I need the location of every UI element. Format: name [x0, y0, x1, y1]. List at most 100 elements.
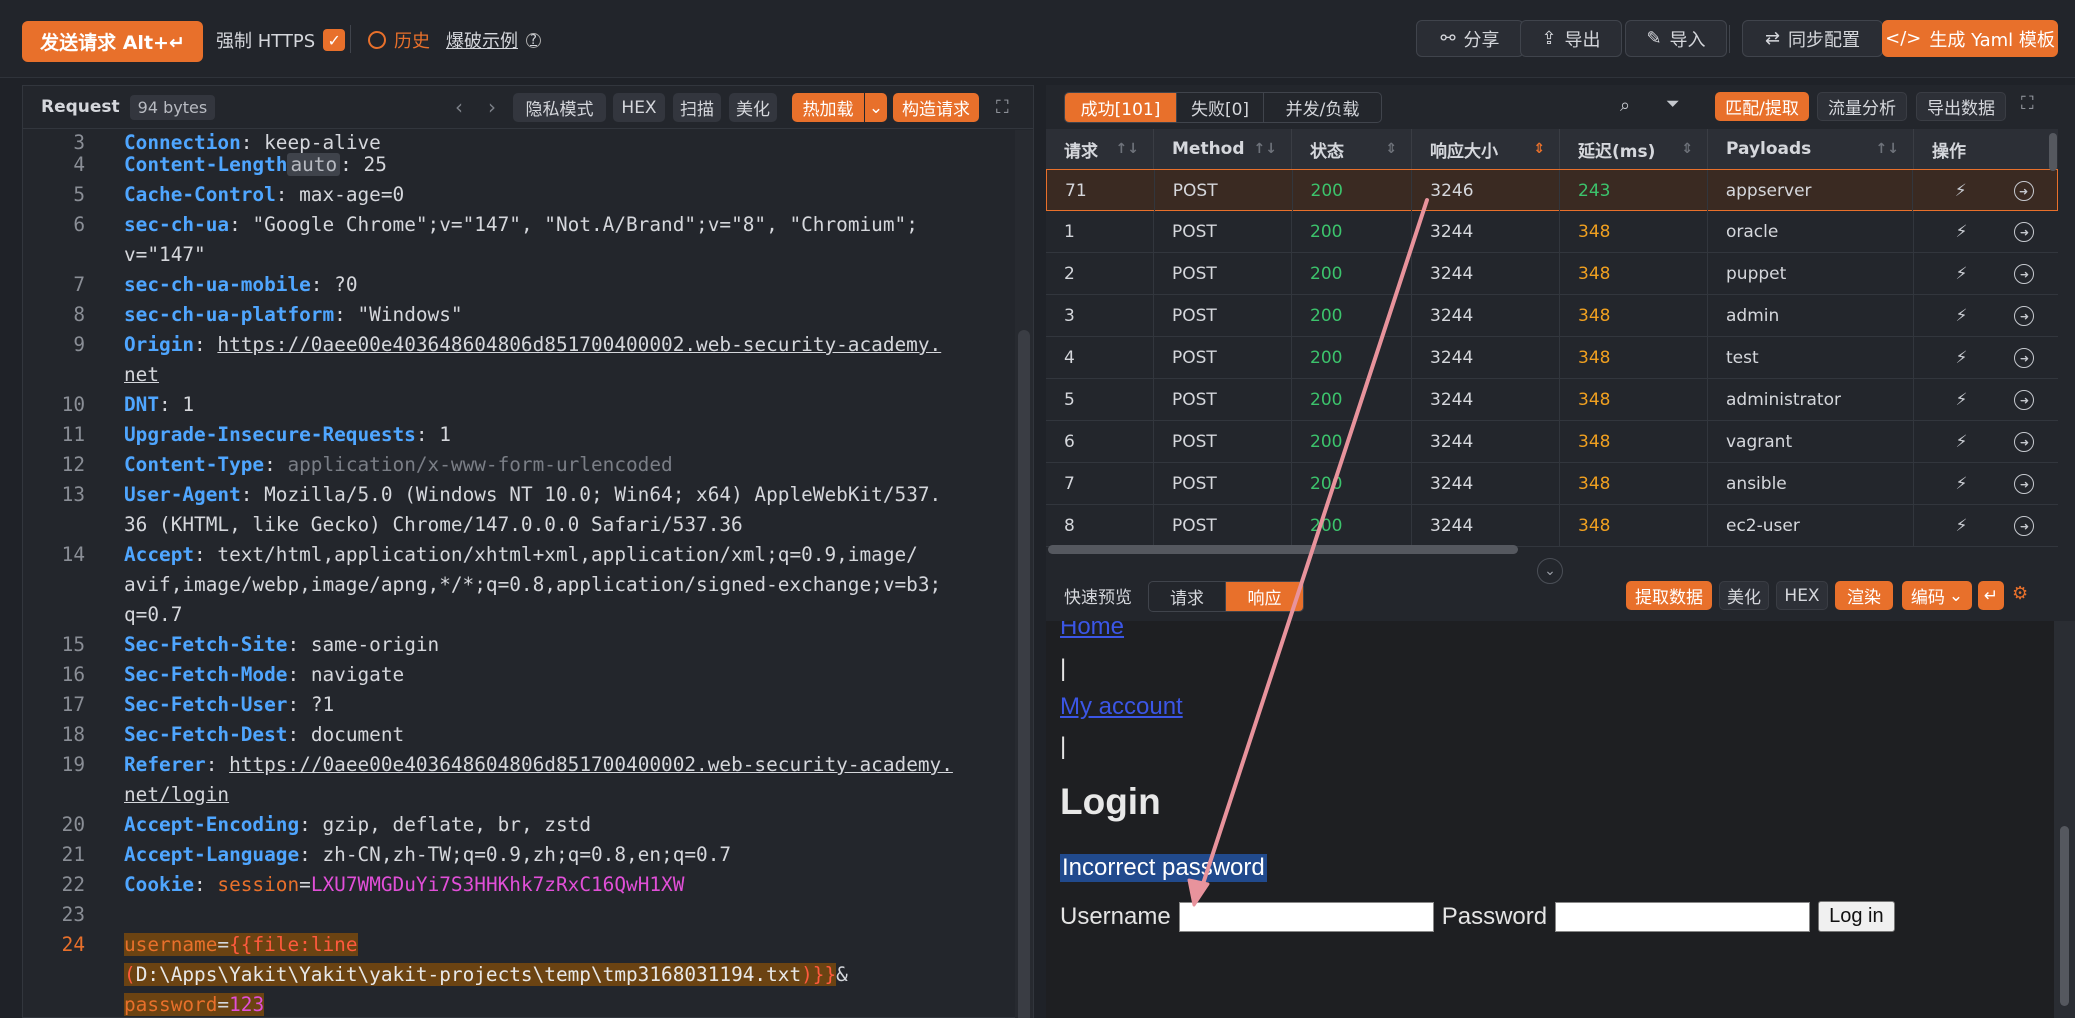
cell-status: 200 — [1292, 211, 1412, 253]
table-row[interactable]: 5 POST 200 3244 348 administrator ⚡ ➜ — [1046, 379, 2058, 421]
col-method[interactable]: Method ↑↓ — [1154, 129, 1292, 169]
password-input[interactable] — [1555, 901, 1811, 932]
beautify-button[interactable]: 美化 — [729, 93, 777, 122]
tab-response[interactable]: 响应 — [1226, 582, 1303, 611]
hot-reload-button[interactable]: 热加载 — [792, 93, 864, 122]
fullscreen-icon[interactable]: ⛶ — [2021, 93, 2034, 114]
encoding-dropdown[interactable]: 编码 ⌄ — [1902, 581, 1972, 610]
share-button[interactable]: ⚯ 分享 — [1416, 20, 1524, 57]
arrow-circle-icon[interactable]: ➜ — [2013, 181, 2034, 201]
sort-icon[interactable]: ↑↓ — [1116, 141, 1139, 157]
arrow-circle-icon[interactable]: ➜ — [2014, 222, 2035, 242]
fullscreen-icon[interactable]: ⛶ — [996, 97, 1009, 118]
table-row[interactable]: 71 POST 200 3246 243 appserver ⚡ ➜ — [1046, 169, 2058, 212]
bolt-icon[interactable]: ⚡ — [1956, 348, 1968, 368]
extract-data-button[interactable]: 提取数据 — [1626, 581, 1712, 610]
table-row[interactable]: 7 POST 200 3244 348 ansible ⚡ ➜ — [1046, 463, 2058, 505]
col-payloads[interactable]: Payloads ↑↓ — [1708, 129, 1914, 169]
arrow-circle-icon[interactable]: ➜ — [2014, 264, 2035, 284]
home-link[interactable]: Home — [1060, 621, 1124, 641]
hex-button[interactable]: HEX — [613, 93, 665, 122]
wrap-icon[interactable]: ↵ — [1978, 581, 2004, 610]
arrow-circle-icon[interactable]: ➜ — [2014, 390, 2035, 410]
arrow-circle-icon[interactable]: ➜ — [2014, 432, 2035, 452]
table-row[interactable]: 3 POST 200 3244 348 admin ⚡ ➜ — [1046, 295, 2058, 337]
bolt-icon[interactable]: ⚡ — [1956, 390, 1968, 410]
request-header: Request 94 bytes ‹ › 隐私模式 HEX 扫描 美化 热加载 … — [23, 86, 1033, 129]
generate-yaml-button[interactable]: </> 生成 Yaml 模板 — [1882, 20, 2058, 57]
cell-status: 200 — [1292, 295, 1412, 337]
filter-icon[interactable]: ⏷ — [1666, 94, 1680, 114]
table-hscrollbar[interactable] — [1048, 545, 1518, 554]
table-row[interactable]: 1 POST 200 3244 348 oracle ⚡ ➜ — [1046, 211, 2058, 253]
privacy-mode-button[interactable]: 隐私模式 — [513, 93, 606, 122]
chevron-left-icon[interactable]: ‹ — [455, 95, 463, 119]
sort-icon[interactable]: ⇕ — [1533, 141, 1545, 157]
history-button[interactable]: 历史 — [368, 27, 430, 53]
construct-request-button[interactable]: 构造请求 — [893, 93, 979, 122]
sort-icon[interactable]: ⇕ — [1385, 141, 1397, 157]
bolt-icon[interactable]: ⚡ — [1955, 181, 1967, 201]
hex-button[interactable]: HEX — [1776, 581, 1828, 610]
export-button[interactable]: ⇪ 导出 — [1520, 20, 1622, 57]
sync-config-button[interactable]: ⇄ 同步配置 — [1742, 20, 1883, 57]
beautify-button[interactable]: 美化 — [1719, 581, 1769, 610]
table-row[interactable]: 8 POST 200 3244 348 ec2-user ⚡ ➜ — [1046, 505, 2058, 547]
import-button[interactable]: ✎ 导入 — [1625, 20, 1727, 57]
bolt-icon[interactable]: ⚡ — [1956, 474, 1968, 494]
arrow-circle-icon[interactable]: ➜ — [2014, 348, 2035, 368]
my-account-link[interactable]: My account — [1060, 693, 1183, 721]
login-button[interactable]: Log in — [1818, 901, 1895, 932]
cell-delay: 348 — [1560, 211, 1708, 253]
brute-example-link[interactable]: 爆破示例 ? — [446, 27, 541, 53]
match-extract-button[interactable]: 匹配/提取 — [1715, 92, 1809, 121]
sort-icon[interactable]: ↑↓ — [1876, 141, 1899, 157]
sort-icon[interactable]: ↑↓ — [1254, 141, 1277, 157]
table-row[interactable]: 6 POST 200 3244 348 vagrant ⚡ ➜ — [1046, 421, 2058, 463]
col-delay[interactable]: 延迟(ms) ⇕ — [1560, 129, 1708, 169]
render-button[interactable]: 渲染 — [1835, 581, 1893, 610]
force-https-toggle[interactable]: 强制 HTTPS ✓ — [216, 27, 346, 53]
cell-actions: ⚡ ➜ — [1914, 421, 2058, 463]
cell-req: 7 — [1046, 463, 1154, 505]
chevron-right-icon[interactable]: › — [488, 95, 496, 119]
cell-payload: administrator — [1708, 379, 1914, 421]
preview-scrollbar[interactable] — [2054, 621, 2075, 1018]
settings-gear-icon[interactable]: ⚙ — [2012, 583, 2028, 604]
table-row[interactable]: 2 POST 200 3244 348 puppet ⚡ ➜ — [1046, 253, 2058, 295]
scrollbar-thumb[interactable] — [1018, 330, 1030, 1018]
tab-fail[interactable]: 失败[0] — [1177, 93, 1264, 122]
bolt-icon[interactable]: ⚡ — [1956, 306, 1968, 326]
col-size[interactable]: 响应大小 ⇕ — [1412, 129, 1560, 169]
bolt-icon[interactable]: ⚡ — [1956, 222, 1968, 242]
chevron-down-icon[interactable]: ⌄ — [865, 93, 887, 122]
send-request-button[interactable]: 发送请求 Alt+↵ — [22, 21, 203, 62]
arrow-circle-icon[interactable]: ➜ — [2014, 306, 2035, 326]
cell-delay: 348 — [1560, 253, 1708, 295]
search-icon[interactable]: ⌕ — [1620, 95, 1630, 116]
request-editor[interactable]: 3 Connection: keep-alive 4 Content-Lengt… — [23, 130, 1013, 1018]
col-request[interactable]: 请求 ↑↓ — [1046, 129, 1154, 169]
scrollbar-thumb[interactable] — [2060, 826, 2069, 1006]
tab-concurrent[interactable]: 并发/负载 — [1264, 93, 1381, 122]
scan-button[interactable]: 扫描 — [673, 93, 721, 122]
cell-payload: oracle — [1708, 211, 1914, 253]
editor-scrollbar[interactable] — [1015, 130, 1033, 1018]
checkbox-checked-icon[interactable]: ✓ — [323, 29, 346, 51]
export-data-button[interactable]: 导出数据 — [1916, 92, 2006, 121]
table-header: 请求 ↑↓ Method ↑↓ 状态 ⇕ 响应大小 ⇕ 延迟(ms) ⇕ Payloads… — [1046, 129, 2058, 169]
arrow-circle-icon[interactable]: ➜ — [2014, 474, 2035, 494]
username-input[interactable] — [1178, 901, 1434, 932]
col-status[interactable]: 状态 ⇕ — [1292, 129, 1412, 169]
table-vscrollbar[interactable] — [2049, 133, 2057, 171]
traffic-analysis-button[interactable]: 流量分析 — [1817, 92, 1907, 121]
bolt-icon[interactable]: ⚡ — [1956, 432, 1968, 452]
table-row[interactable]: 4 POST 200 3244 348 test ⚡ ➜ — [1046, 337, 2058, 379]
sort-icon[interactable]: ⇕ — [1681, 141, 1693, 157]
bolt-icon[interactable]: ⚡ — [1956, 264, 1968, 284]
cell-status: 200 — [1292, 463, 1412, 505]
bolt-icon[interactable]: ⚡ — [1956, 516, 1968, 536]
arrow-circle-icon[interactable]: ➜ — [2014, 516, 2035, 536]
tab-success[interactable]: 成功[101] — [1065, 93, 1177, 122]
tab-request[interactable]: 请求 — [1149, 582, 1226, 611]
